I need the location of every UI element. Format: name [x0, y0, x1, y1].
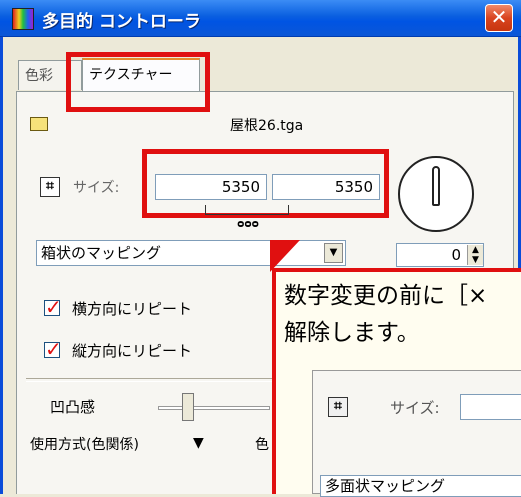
inner-size-input: [460, 394, 521, 420]
link-bracket: [205, 205, 289, 215]
texture-file-name: 屋根26.tga: [230, 118, 304, 134]
repeat-horizontal-checkbox[interactable]: ✓: [44, 297, 62, 317]
folder-icon[interactable]: [30, 117, 48, 131]
repeat-vertical-label: 縦方向にリピート: [72, 342, 193, 360]
usage-value: 色: [255, 437, 269, 453]
section-divider: [26, 378, 276, 382]
bump-label: 凹凸感: [50, 398, 96, 416]
window-title: 多目的 コントローラ: [42, 12, 201, 32]
inner-size-fit-icon: ⌗: [328, 397, 348, 417]
callout-text: 数字変更の前に［× 解除します。: [284, 283, 488, 346]
repeat-vertical-checkbox[interactable]: ✓: [44, 339, 62, 359]
app-icon: [12, 8, 34, 30]
bump-slider-thumb[interactable]: [182, 393, 194, 421]
tab-highlight-box: [66, 52, 210, 112]
chevron-down-icon[interactable]: ▼: [324, 243, 343, 263]
bump-slider-track[interactable]: [158, 406, 270, 410]
repeat-horizontal-label: 横方向にリピート: [72, 300, 193, 318]
chain-link-icon[interactable]: ᴑᴑᴑ: [233, 218, 263, 230]
angle-spinner[interactable]: ▲ ▼: [467, 245, 483, 265]
close-button[interactable]: ✕: [485, 4, 513, 32]
dial-needle-icon: [432, 166, 440, 206]
size-fit-icon[interactable]: ⌗: [40, 177, 60, 197]
inner-size-label: サイズ:: [390, 399, 440, 417]
usage-label: 使用方式(色関係): [30, 437, 139, 453]
size-label: サイズ:: [73, 180, 120, 196]
triangle-down-icon[interactable]: ▼: [193, 435, 204, 451]
